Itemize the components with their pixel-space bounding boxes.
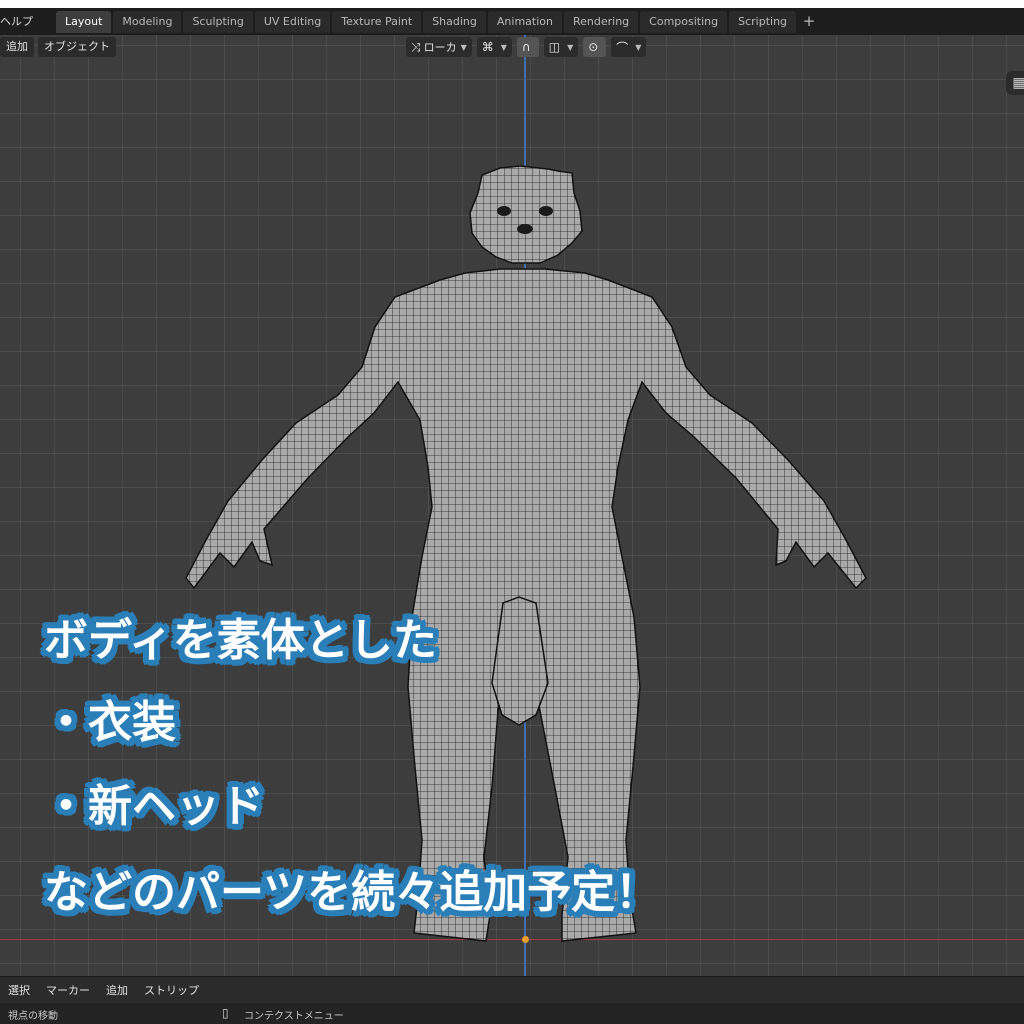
tab-uv-editing[interactable]: UV Editing [254, 11, 331, 33]
snap-toggle[interactable]: ∩ [516, 37, 539, 57]
menu-object[interactable]: オブジェクト [38, 37, 116, 57]
pivot-icon: ⌘ [481, 40, 494, 54]
tab-texture-paint[interactable]: Texture Paint [332, 11, 422, 33]
timeline-menu-strip[interactable]: ストリップ [144, 982, 199, 998]
viewport-header-menus: 追加 オブジェクト [0, 37, 120, 57]
snap-target-dropdown[interactable]: ◫ ▼ [543, 37, 579, 57]
tab-sculpting[interactable]: Sculpting [183, 11, 253, 33]
tab-shading[interactable]: Shading [423, 11, 486, 33]
timeline-menu-add[interactable]: 追加 [106, 982, 128, 998]
orientation-label: ローカ [423, 41, 457, 54]
top-bar: ヘルプ Layout Modeling Sculpting UV Editing… [0, 8, 1024, 35]
view-grid-icon[interactable]: ▦ [1006, 71, 1024, 95]
proportional-edit-toggle[interactable]: ⊙ [583, 37, 607, 57]
tab-animation[interactable]: Animation [487, 11, 562, 33]
tab-rendering[interactable]: Rendering [563, 11, 639, 33]
timeline-menu-marker[interactable]: マーカー [46, 982, 90, 998]
chevron-down-icon: ▼ [635, 42, 642, 52]
tab-compositing[interactable]: Compositing [640, 11, 728, 33]
chevron-down-icon: ▼ [567, 42, 574, 52]
status-bar: 視点の移動 ▯ コンテクストメニュー [0, 1003, 1024, 1024]
3d-viewport[interactable]: 追加 オブジェクト ⤨ ローカ ▼ ⌘ ▼ ∩ ◫ ▼ ⊙ ⌒ ▼ ▦ [0, 35, 1024, 976]
proportional-edit-icon: ⊙ [588, 40, 599, 54]
timeline-header: 選択 マーカー 追加 ストリップ [0, 976, 1024, 1003]
viewport-header-tools: ⤨ ローカ ▼ ⌘ ▼ ∩ ◫ ▼ ⊙ ⌒ ▼ [406, 37, 651, 57]
menu-help[interactable]: ヘルプ [0, 13, 33, 29]
status-hint-context-menu: コンテクストメニュー [244, 1011, 344, 1022]
orientation-icon: ⤨ [411, 39, 421, 54]
window-title-bar [0, 0, 1024, 8]
tab-scripting[interactable]: Scripting [729, 11, 797, 33]
workspace-tabs: Layout Modeling Sculpting UV Editing Tex… [56, 11, 820, 33]
cube-icon: ◫ [548, 40, 561, 54]
chevron-down-icon: ▼ [460, 42, 467, 52]
character-wireframe-mesh[interactable] [0, 35, 1024, 976]
status-hint-pan: 視点の移動 [8, 1011, 58, 1022]
mouse-icon: ▯ [222, 1006, 229, 1020]
pivot-point-dropdown[interactable]: ⌘ ▼ [476, 37, 512, 57]
magnet-icon: ∩ [521, 40, 531, 54]
add-workspace-button[interactable]: + [798, 11, 820, 33]
tab-modeling[interactable]: Modeling [113, 11, 182, 33]
chevron-down-icon: ▼ [500, 42, 507, 52]
falloff-curve-icon: ⌒ [616, 40, 629, 55]
object-origin-dot [522, 936, 529, 943]
timeline-menu-select[interactable]: 選択 [8, 982, 30, 998]
falloff-dropdown[interactable]: ⌒ ▼ [611, 37, 647, 57]
tab-layout[interactable]: Layout [56, 11, 112, 33]
menu-add[interactable]: 追加 [0, 37, 34, 57]
transform-orientation-dropdown[interactable]: ⤨ ローカ ▼ [406, 37, 472, 57]
